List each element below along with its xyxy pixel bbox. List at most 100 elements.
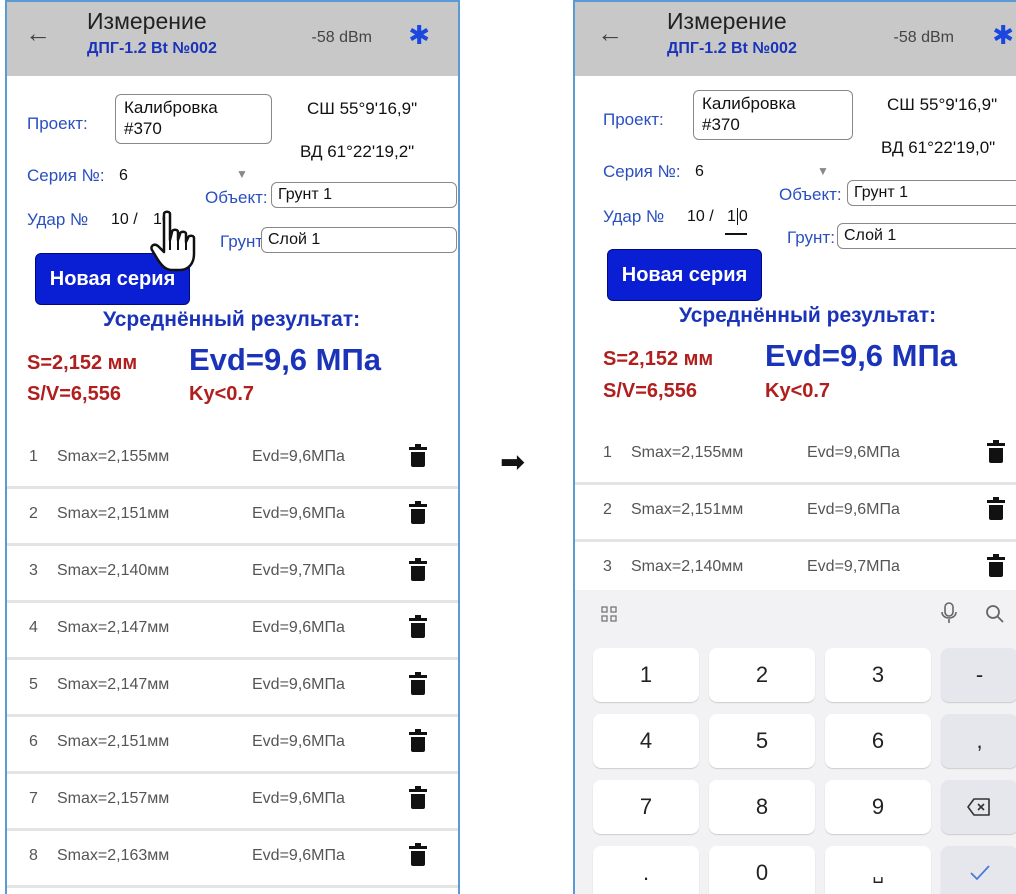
average-result-title: Усреднённый результат: [679,304,937,327]
s-value: S=2,152 мм [27,352,138,374]
key-dot[interactable]: . [593,846,699,894]
trash-icon[interactable] [409,615,427,638]
row-number: 2 [603,501,612,518]
trash-icon[interactable] [409,558,427,581]
list-item[interactable]: 7 Smax=2,157мм Evd=9,6МПа [7,774,458,831]
chevron-down-icon[interactable]: ▼ [236,167,248,181]
row-smax: Smax=2,155мм [57,448,170,465]
list-item[interactable]: 1 Smax=2,155мм Evd=9,6МПа [575,428,1016,485]
row-evd: Evd=9,7МПа [252,562,345,579]
object-field[interactable]: Грунт 1 [847,180,1016,206]
list-item[interactable]: 3 Smax=2,140мм Evd=9,7МПа [575,542,1016,590]
trash-icon[interactable] [409,501,427,524]
key-3[interactable]: 3 [825,648,931,702]
project-value-line1: Калибровка [702,94,796,113]
row-smax: Smax=2,147мм [57,619,170,636]
evd-result: Evd=9,6 МПа [189,342,382,377]
grid-icon[interactable] [601,606,617,622]
key-6[interactable]: 6 [825,714,931,768]
series-label: Серия №: [603,162,681,181]
device-name: ДПГ-1.2 Bt №002 [667,40,797,57]
impact-total-field[interactable]: 10 [727,208,748,226]
project-field[interactable]: Калибровка #370 [115,94,272,144]
key-4[interactable]: 4 [593,714,699,768]
list-item[interactable]: 2 Smax=2,151мм Evd=9,6МПа [7,489,458,546]
list-item[interactable]: 2 Smax=2,151мм Evd=9,6МПа [575,485,1016,542]
longitude: ВД 61°22'19,0" [881,138,996,157]
backspace-icon[interactable] [941,780,1016,834]
series-value[interactable]: 6 [119,167,128,185]
evd-result: Evd=9,6 МПа [765,338,958,373]
key-1[interactable]: 1 [593,648,699,702]
new-series-button[interactable]: Новая серия [607,249,762,301]
row-number: 7 [29,790,38,807]
key-2[interactable]: 2 [709,648,815,702]
sv-value: S/V=6,556 [603,380,697,402]
soil-field[interactable]: Слой 1 [261,227,457,253]
key-comma[interactable]: , [941,714,1016,768]
key-minus[interactable]: - [941,648,1016,702]
impact-label: Удар № [27,210,89,229]
row-smax: Smax=2,151мм [631,501,744,518]
trash-icon[interactable] [987,554,1005,577]
chevron-down-icon[interactable]: ▼ [817,164,829,178]
list-item[interactable]: 5 Smax=2,147мм Evd=9,6МПа [7,660,458,717]
row-number: 1 [603,444,612,461]
row-evd: Evd=9,7МПа [807,558,900,575]
screen-title: Измерение [667,8,787,34]
numeric-keyboard: 1 2 3 - 4 5 6 , 7 8 9 . 0 ␣ [575,590,1016,894]
project-value-line1: Калибровка [124,98,218,117]
arrow-left-icon[interactable]: ← [25,18,51,49]
search-icon[interactable] [985,604,1005,624]
bluetooth-icon[interactable]: ✱ [992,20,1014,51]
list-item[interactable]: 3 Smax=2,140мм Evd=9,7МПа [7,546,458,603]
row-number: 1 [29,448,38,465]
row-evd: Evd=9,6МПа [252,676,345,693]
trash-icon[interactable] [409,672,427,695]
bluetooth-icon[interactable]: ✱ [408,20,430,51]
row-smax: Smax=2,151мм [57,733,170,750]
phone-screen-before: ← Измерение ДПГ-1.2 Bt №002 -58 dBm ✱ Пр… [5,0,460,894]
app-bar: ← Измерение ДПГ-1.2 Bt №002 -58 dBm ✱ [575,2,1016,76]
key-space[interactable]: ␣ [825,846,931,894]
trash-icon[interactable] [409,444,427,467]
key-9[interactable]: 9 [825,780,931,834]
app-bar: ← Измерение ДПГ-1.2 Bt №002 -58 dBm ✱ [7,2,458,76]
key-7[interactable]: 7 [593,780,699,834]
object-label: Объект: [205,188,268,207]
ky-value: Ky<0.7 [189,383,255,405]
trash-icon[interactable] [409,786,427,809]
keyboard-toolbar [575,590,1016,636]
arrow-right-icon: ➡ [500,446,526,479]
key-8[interactable]: 8 [709,780,815,834]
object-field[interactable]: Грунт 1 [271,182,457,208]
key-5[interactable]: 5 [709,714,815,768]
microphone-icon[interactable] [941,602,957,624]
checkmark-icon[interactable] [941,846,1016,894]
results-list: 1 Smax=2,155мм Evd=9,6МПа 2 Smax=2,151мм Evd=… [575,428,1016,590]
trash-icon[interactable] [987,497,1005,520]
longitude: ВД 61°22'19,2" [300,142,415,161]
key-0[interactable]: 0 [709,846,815,894]
impact-label: Удар № [603,207,665,226]
soil-field[interactable]: Слой 1 [837,223,1016,249]
trash-icon[interactable] [409,843,427,866]
list-item[interactable]: 8 Smax=2,163мм Evd=9,6МПа [7,831,458,888]
results-list: 1 Smax=2,155мм Evd=9,6МПа 2 Smax=2,151мм Evd=… [7,432,458,894]
s-value: S=2,152 мм [603,348,714,370]
project-field[interactable]: Калибровка #370 [693,90,853,140]
device-name: ДПГ-1.2 Bt №002 [87,40,217,57]
row-number: 4 [29,619,38,636]
row-smax: Smax=2,157мм [57,790,170,807]
trash-icon[interactable] [409,729,427,752]
list-item[interactable]: 1 Smax=2,155мм Evd=9,6МПа [7,432,458,489]
list-item[interactable]: 6 Smax=2,151мм Evd=9,6МПа [7,717,458,774]
series-value[interactable]: 6 [695,163,704,181]
row-evd: Evd=9,6МПа [807,501,900,518]
trash-icon[interactable] [987,440,1005,463]
pointing-hand-icon [150,210,196,272]
arrow-left-icon[interactable]: ← [597,18,623,49]
row-evd: Evd=9,6МПа [807,444,900,461]
list-item[interactable]: 4 Smax=2,147мм Evd=9,6МПа [7,603,458,660]
row-evd: Evd=9,6МПа [252,448,345,465]
